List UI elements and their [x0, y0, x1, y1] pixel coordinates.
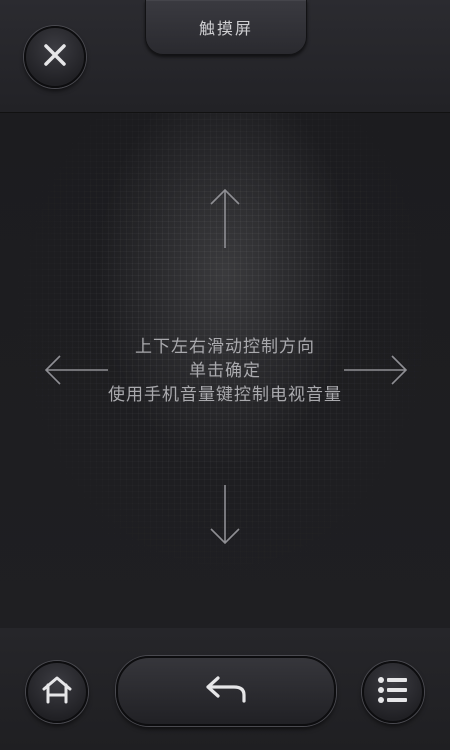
back-button[interactable] [116, 656, 336, 726]
instruction-line: 使用手机音量键控制电视音量 [108, 385, 342, 405]
home-button[interactable] [26, 661, 88, 723]
menu-button[interactable] [362, 661, 424, 723]
bottom-bar [0, 628, 450, 750]
home-icon [41, 675, 73, 709]
arrow-up-icon [209, 188, 241, 250]
page-title: 触摸屏 [145, 0, 307, 55]
instruction-line: 单击确定 [189, 361, 261, 381]
arrow-down-icon [209, 485, 241, 547]
close-button[interactable] [24, 26, 86, 88]
instruction-line: 上下左右滑动控制方向 [135, 337, 315, 357]
touchpad-area[interactable]: 上下左右滑动控制方向 单击确定 使用手机音量键控制电视音量 [0, 112, 450, 629]
close-icon [42, 42, 68, 72]
menu-list-icon [377, 676, 409, 708]
touchpad-instructions: 上下左右滑动控制方向 单击确定 使用手机音量键控制电视音量 [0, 335, 450, 407]
top-bar: 触摸屏 [0, 0, 450, 112]
back-icon [204, 675, 248, 707]
